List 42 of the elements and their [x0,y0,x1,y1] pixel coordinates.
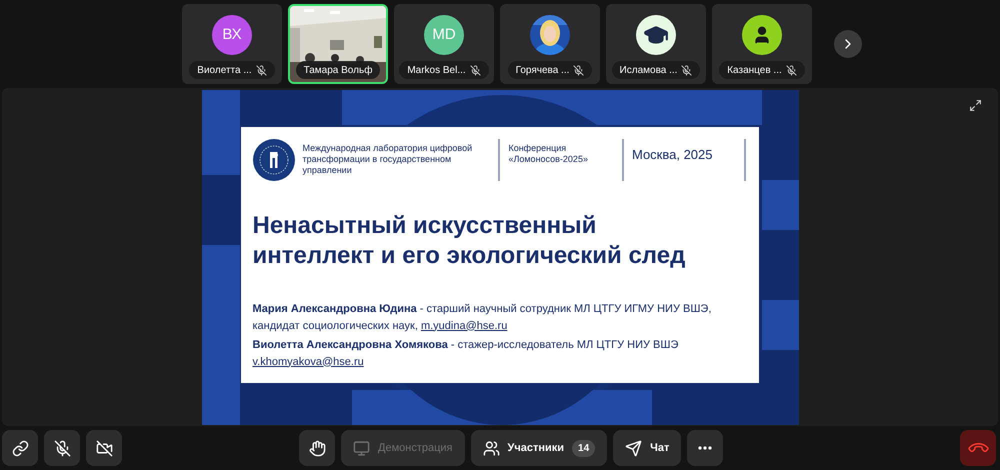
camera-button[interactable] [86,430,122,466]
participant-tile[interactable]: Исламова ... [606,4,706,84]
participant-tile[interactable]: Тамара Вольф [288,4,388,84]
end-call-button[interactable] [960,430,996,466]
conference-name: Конференция «Ломоносов-2025» [508,142,589,164]
monitor-icon [353,440,370,456]
next-button[interactable] [834,30,862,58]
chat-button[interactable]: Чат [613,430,682,466]
camera-off-icon [96,440,112,456]
participant-tile[interactable]: Горячева ... [500,4,600,84]
link-button[interactable] [2,430,38,466]
lab-name: Международная лаборатория цифровой трансформации в государственном управлении [302,143,474,176]
participant-tile[interactable]: MD Markos Bel... [394,4,494,84]
participant-name: Markos Bel... [407,64,466,78]
email-link[interactable]: v.khomyakova@hse.ru [252,356,364,368]
slide-title: Ненасытный искусственный интеллект и его экологический след [252,210,686,270]
microphone-button[interactable] [44,430,80,466]
avatar-initials: ВХ [212,15,252,55]
email-link[interactable]: m.yudina@hse.ru [420,320,508,332]
participant-name: Исламова ... [620,64,678,78]
avatar-initials: MD [424,15,464,55]
author-info: Мария Александровна Юдина - старший научный сотрудник МЛ ЦТГУ ИГМУ НИУ ВШЭ, кандидат социологических наук, m.yudina@hse.ru [252,302,712,334]
participant-name: Казанцев ... [727,64,782,78]
mic-muted-icon [54,440,70,456]
participant-name: Виолетта ... [197,64,252,78]
more-icon [698,446,712,450]
participants-button[interactable]: Участники 14 [470,430,608,466]
participant-tile[interactable]: Казанцев ... [712,4,812,84]
participant-tile[interactable]: ВХ Виолетта ... [182,4,282,84]
participant-count: 14 [572,440,596,456]
send-icon [625,440,642,456]
people-icon [482,440,500,456]
link-icon [12,440,28,456]
hand-icon [308,440,326,456]
author-info: Виолетта Александровна Хомякова - стажер-исследователь МЛ ЦТГУ НИУ ВШЭ v.khomyakova@hse.ru [252,338,680,370]
more-button[interactable] [687,430,724,466]
raise-hand-button[interactable] [299,430,335,466]
university-logo-icon [252,138,294,180]
place-and-year: Москва, 2025 [632,146,712,162]
participant-name: Тамара Вольф [304,64,372,78]
participant-name: Горячева ... [516,64,570,78]
expand-icon [968,98,982,112]
